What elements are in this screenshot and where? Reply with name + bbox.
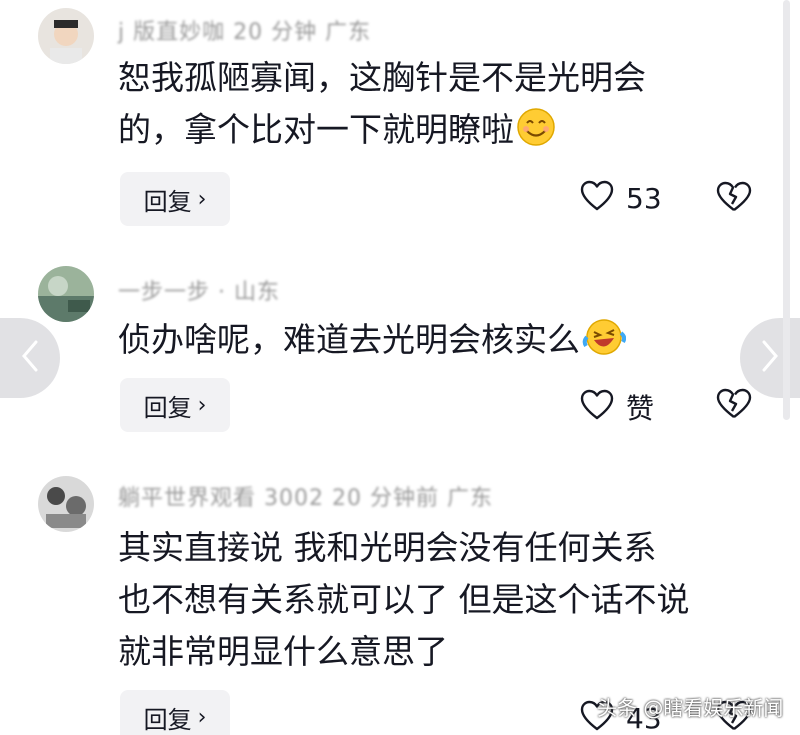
chevron-right-icon: ›: [197, 392, 207, 418]
avatar[interactable]: [38, 266, 94, 322]
comment-meta: 一步一步 · 山东: [118, 280, 280, 305]
chevron-right-icon: ›: [197, 186, 207, 212]
reply-button[interactable]: 回复 ›: [120, 378, 230, 432]
smiling-face-icon: [516, 107, 556, 162]
reply-label: 回复: [143, 393, 192, 422]
watermark: 头条 @瞎看娱乐新闻: [597, 696, 784, 720]
comment-line: 就非常明显什么意思了: [118, 632, 448, 671]
heart-icon: [580, 180, 614, 216]
reply-label: 回复: [143, 187, 192, 216]
avatar[interactable]: [38, 8, 94, 64]
chevron-left-icon: [20, 339, 40, 377]
comment-line: 的，拿个比对一下就明瞭啦: [118, 110, 514, 149]
next-arrow-button[interactable]: [740, 318, 800, 398]
avatar[interactable]: [38, 476, 94, 532]
comment-line: 其实直接说 我和光明会没有任何关系: [118, 528, 657, 567]
scrollbar[interactable]: [783, 0, 790, 420]
heart-icon: [580, 389, 614, 425]
reply-label: 回复: [143, 705, 192, 734]
like-button[interactable]: 赞: [580, 387, 654, 427]
comment-text: 其实直接说 我和光明会没有任何关系 也不想有关系就可以了 但是这个话不说 就非常…: [118, 522, 690, 678]
reply-button[interactable]: 回复 ›: [120, 172, 230, 226]
previous-arrow-button[interactable]: [0, 318, 60, 398]
comment-meta: j 版直妙咖 20 分钟 广东: [118, 20, 372, 45]
reply-button[interactable]: 回复 ›: [120, 690, 230, 735]
chevron-right-icon: ›: [197, 704, 207, 730]
comment-text: 恕我孤陋寡闻，这胸针是不是光明会 的，拿个比对一下就明瞭啦: [118, 52, 646, 162]
comment-line: 侦办啥呢，难道去光明会核实么: [118, 320, 580, 359]
broken-heart-icon: [716, 388, 752, 424]
comment-meta: 躺平世界观看 3002 20 分钟前 广东: [118, 486, 493, 511]
laughing-tears-icon: [582, 317, 627, 372]
broken-heart-icon: [716, 181, 752, 217]
dislike-button[interactable]: [716, 181, 752, 217]
chevron-right-icon: [760, 339, 780, 377]
comment-text: 侦办啥呢，难道去光明会核实么: [118, 314, 627, 372]
comment-line: 恕我孤陋寡闻，这胸针是不是光明会: [118, 58, 646, 97]
like-count: 53: [626, 181, 662, 215]
like-count: 赞: [626, 392, 655, 425]
like-button[interactable]: 53: [580, 180, 662, 216]
dislike-button[interactable]: [716, 388, 752, 424]
comment-line: 也不想有关系就可以了 但是这个话不说: [118, 580, 690, 619]
